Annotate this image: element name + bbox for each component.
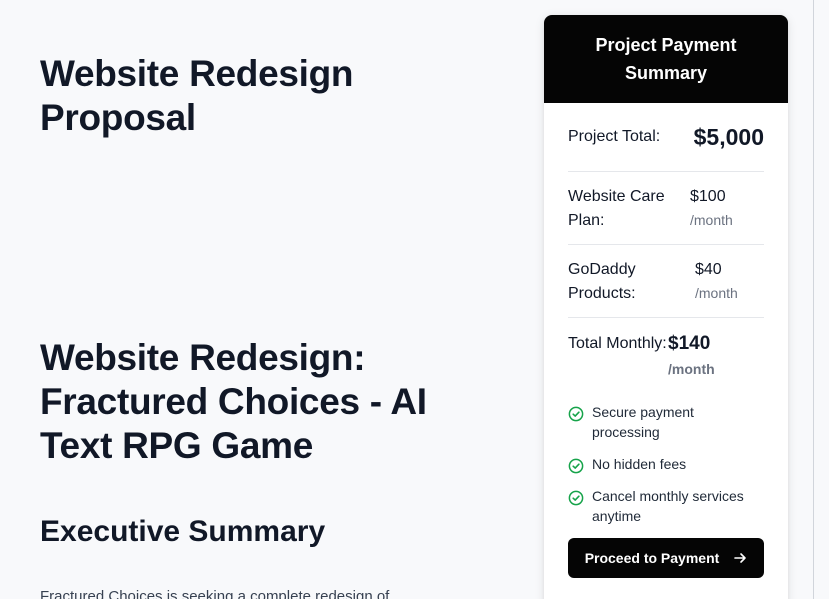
care-plan-row: Website Care Plan: $100 /month — [568, 172, 764, 245]
scrollbar-divider — [813, 0, 814, 599]
feature-list: Secure payment processing No hidden fees… — [568, 402, 764, 526]
page-title: Website Redesign Proposal — [40, 53, 354, 138]
project-total-row: Project Total: $5,000 — [568, 103, 764, 172]
section-title: Website Redesign: Fractured Choices - AI… — [40, 337, 427, 466]
arrow-right-icon — [734, 553, 747, 563]
check-circle-icon — [568, 490, 584, 506]
total-monthly-row: Total Monthly: $140 /month — [568, 318, 764, 398]
godaddy-price: $40 — [695, 261, 722, 278]
executive-summary-text: Fractured Choices is seeking a complete … — [40, 588, 390, 599]
total-monthly-price: $140 — [668, 333, 711, 354]
total-monthly-period: /month — [668, 361, 715, 377]
payment-summary-card: Project Payment Summary Project Total: $… — [544, 15, 788, 599]
executive-summary-heading: Executive Summary — [40, 515, 326, 548]
feature-text: Cancel monthly services anytime — [592, 488, 744, 524]
feature-text: Secure payment processing — [592, 404, 694, 440]
feature-item: Cancel monthly services anytime — [568, 486, 764, 526]
godaddy-row: GoDaddy Products: $40 /month — [568, 245, 764, 318]
proceed-to-payment-button[interactable]: Proceed to Payment — [568, 538, 764, 578]
proceed-to-payment-label: Proceed to Payment — [584, 550, 720, 566]
payment-summary-title: Project Payment Summary — [544, 15, 788, 103]
godaddy-label: GoDaddy Products: — [568, 261, 636, 302]
total-monthly-label: Total Monthly: — [568, 335, 667, 352]
project-total-label: Project Total: — [568, 128, 661, 145]
care-plan-price: $100 — [690, 188, 726, 205]
check-circle-icon — [568, 458, 584, 474]
care-plan-period: /month — [690, 212, 733, 228]
feature-item: No hidden fees — [568, 454, 764, 474]
feature-text: No hidden fees — [592, 456, 687, 472]
project-total-value: $5,000 — [693, 123, 764, 150]
godaddy-period: /month — [695, 285, 738, 301]
care-plan-label: Website Care Plan: — [568, 188, 665, 229]
check-circle-icon — [568, 406, 584, 422]
feature-item: Secure payment processing — [568, 402, 764, 442]
